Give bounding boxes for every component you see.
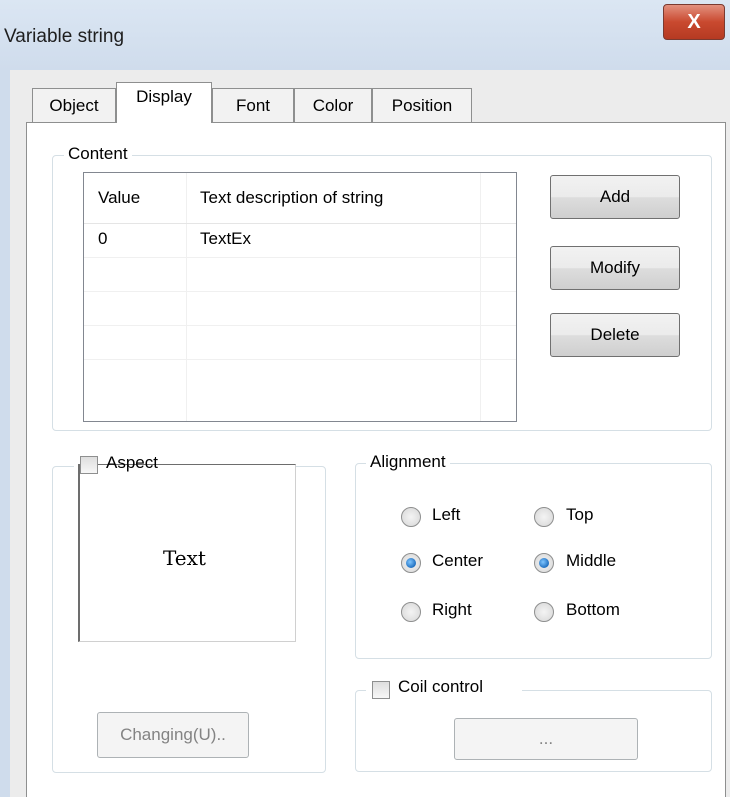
row-divider [84,291,516,292]
row-divider [84,325,516,326]
coil-address-button[interactable]: ... [454,718,638,760]
radio-left-label[interactable]: Left [432,505,460,525]
radio-middle-label[interactable]: Middle [566,551,616,571]
changing-button[interactable]: Changing(U).. [97,712,249,758]
tab-object[interactable]: Object [32,88,116,122]
coil-control-label: Coil control [398,677,484,696]
tab-display[interactable]: Display [116,82,212,123]
tab-position[interactable]: Position [372,88,472,122]
modify-button[interactable]: Modify [550,246,680,290]
string-list[interactable]: Value Text description of string 0 TextE… [83,172,517,422]
radio-left[interactable] [401,507,421,527]
column-header-value[interactable]: Value [98,173,140,223]
radio-top[interactable] [534,507,554,527]
radio-bottom-label[interactable]: Bottom [566,600,620,620]
coil-control-checkbox[interactable] [372,681,390,699]
window-title: Variable string [4,26,125,47]
delete-button[interactable]: Delete [550,313,680,357]
content-legend: Content [64,144,132,164]
row-divider [84,257,516,258]
row-divider [84,359,516,360]
preview-text: Text [163,546,206,570]
tab-font[interactable]: Font [212,88,294,122]
radio-right[interactable] [401,602,421,622]
aspect-label: Aspect [106,453,158,472]
header-divider [84,223,516,224]
column-header-text[interactable]: Text description of string [200,173,383,223]
column-divider [186,173,187,421]
window-frame-left [0,70,10,797]
radio-right-label[interactable]: Right [432,600,472,620]
radio-bottom[interactable] [534,602,554,622]
radio-center-label[interactable]: Center [432,551,483,571]
aspect-checkbox[interactable] [80,456,98,474]
alignment-legend: Alignment [366,452,450,472]
close-button[interactable]: X [663,4,725,40]
tab-color[interactable]: Color [294,88,372,122]
radio-top-label[interactable]: Top [566,505,593,525]
radio-center[interactable] [401,553,421,573]
table-cell-value[interactable]: 0 [98,229,107,249]
column-divider [480,173,481,421]
radio-middle[interactable] [534,553,554,573]
add-button[interactable]: Add [550,175,680,219]
close-icon: X [687,11,701,33]
table-cell-text[interactable]: TextEx [200,229,251,249]
